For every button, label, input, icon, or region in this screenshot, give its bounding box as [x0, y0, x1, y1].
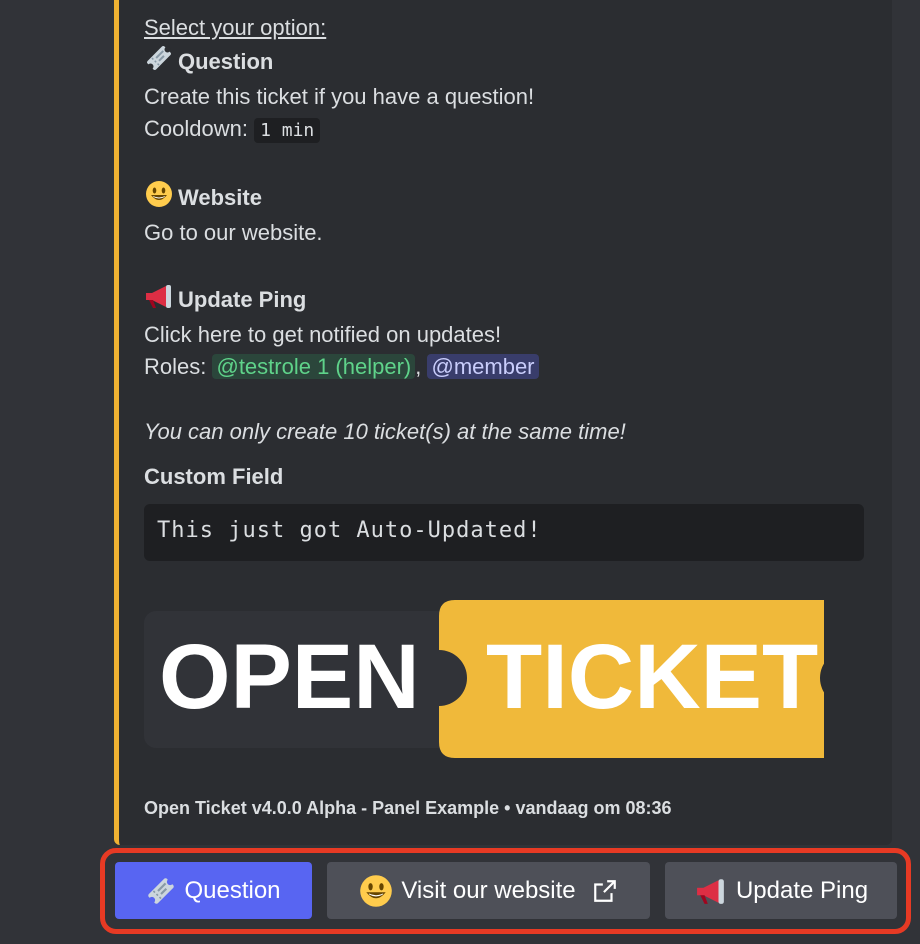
- option-website-label: Website: [178, 185, 262, 210]
- ticket-icon: [146, 876, 176, 906]
- ticket-limit-note: You can only create 10 ticket(s) at the …: [144, 419, 626, 444]
- megaphone-icon: [694, 876, 728, 906]
- smiley-icon: [144, 180, 174, 217]
- options-heading: Select your option:: [144, 15, 327, 40]
- banner-ticket-text: TICKET: [486, 626, 818, 728]
- question-button[interactable]: Question: [115, 862, 312, 919]
- open-ticket-banner: OPEN TICKET: [144, 600, 824, 758]
- option-website-description: Go to our website.: [144, 220, 323, 245]
- option-update-ping-label: Update Ping: [178, 287, 307, 312]
- option-website-title: Website: [144, 180, 874, 217]
- role-mention-testrole[interactable]: @testrole 1 (helper): [212, 354, 416, 379]
- option-update-ping-title: Update Ping: [144, 282, 874, 319]
- banner-open-text: OPEN: [159, 626, 420, 728]
- smiley-icon: [359, 874, 393, 908]
- visit-website-button-label: Visit our website: [401, 876, 576, 904]
- ticket-icon: [144, 44, 174, 81]
- custom-field-value: This just got Auto-Updated!: [144, 504, 864, 561]
- option-question-title: Question: [144, 44, 874, 81]
- embed-description: Select your option: Question Create this…: [144, 12, 874, 561]
- megaphone-icon: [144, 282, 174, 319]
- roles-separator: ,: [415, 354, 422, 379]
- cooldown-label: Cooldown:: [144, 116, 248, 141]
- embed-card: Select your option: Question Create this…: [114, 0, 892, 845]
- cooldown-value: 1 min: [254, 118, 321, 143]
- update-ping-button-label: Update Ping: [735, 876, 869, 904]
- custom-field-name: Custom Field: [144, 464, 284, 489]
- option-update-ping-roles: Roles: @testrole 1 (helper), @member: [144, 351, 874, 383]
- visit-website-button[interactable]: Visit our website: [327, 862, 650, 919]
- question-button-label: Question: [184, 876, 281, 904]
- option-question-label: Question: [178, 49, 274, 74]
- option-update-ping-description: Click here to get notified on updates!: [144, 322, 502, 347]
- option-question-cooldown: Cooldown: 1 min: [144, 113, 874, 147]
- role-mention-member[interactable]: @member: [427, 354, 539, 379]
- update-ping-button[interactable]: Update Ping: [665, 862, 897, 919]
- option-question-description: Create this ticket if you have a questio…: [144, 84, 535, 109]
- roles-label: Roles:: [144, 354, 207, 379]
- embed-footer: Open Ticket v4.0.0 Alpha - Panel Example…: [144, 798, 672, 818]
- external-link-icon: [592, 878, 618, 904]
